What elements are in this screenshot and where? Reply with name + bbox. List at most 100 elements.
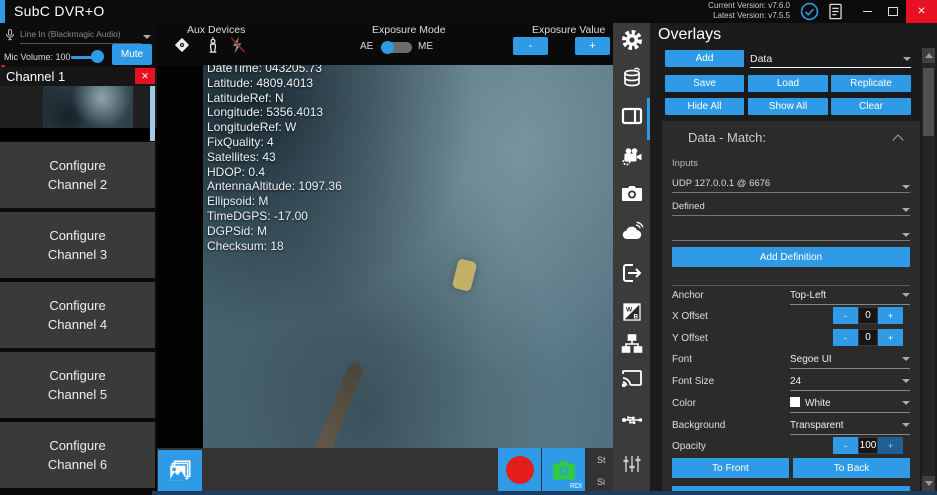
load-button[interactable]: Load — [748, 75, 828, 92]
chevron-down-icon — [902, 379, 910, 383]
chevron-down-icon — [902, 401, 910, 405]
font-dropdown[interactable]: Segoe UI — [790, 350, 910, 369]
lamp-icon[interactable] — [203, 35, 223, 55]
chevron-down-icon — [902, 357, 910, 361]
panel-scrollbar[interactable] — [922, 48, 935, 495]
overlay-layout-icon[interactable] — [620, 104, 644, 128]
scroll-up-button[interactable] — [922, 48, 935, 63]
add-overlay-button[interactable]: Add — [665, 50, 744, 67]
tool-rail: WB — [613, 23, 650, 495]
exposure-decrease-button[interactable]: - — [513, 37, 548, 55]
input-source-dropdown[interactable]: UDP 127.0.0.1 @ 6676 — [672, 173, 910, 193]
mic-volume-slider-thumb[interactable] — [91, 50, 104, 63]
mute-button[interactable]: Mute — [112, 44, 152, 65]
x-offset-decrease-button[interactable]: - — [833, 307, 858, 324]
inputs-label: Inputs — [672, 158, 698, 169]
opacity-increase-button[interactable]: + — [878, 437, 903, 454]
background-dropdown[interactable]: Transparent — [790, 416, 910, 435]
scrollbar-thumb[interactable] — [923, 68, 934, 136]
white-balance-icon[interactable]: WB — [620, 300, 644, 324]
live-video-feed[interactable]: DateTime: 043205.73 Latitude: 4809.4013 … — [203, 65, 613, 448]
me-label: ME — [418, 41, 433, 52]
configure-channel-3-button[interactable]: ConfigureChannel 3 — [0, 212, 155, 278]
definition-dropdown[interactable] — [672, 221, 910, 241]
channel-list-scrollbar[interactable] — [150, 86, 155, 141]
minimize-icon — [863, 11, 872, 12]
anchor-dropdown[interactable]: Top-Left — [790, 286, 910, 305]
update-check-icon[interactable] — [800, 2, 819, 21]
minimize-button[interactable] — [854, 0, 880, 23]
defined-dropdown[interactable]: Defined — [672, 196, 910, 216]
size-partial-text: Si — [597, 477, 605, 487]
snapshot-button[interactable]: RDI — [542, 448, 585, 491]
channel-1-close-button[interactable]: ✕ — [135, 68, 155, 84]
to-front-button[interactable]: To Front — [672, 458, 789, 478]
font-size-dropdown[interactable]: 24 — [790, 372, 910, 391]
current-version: Current Version: v7.6.0 — [708, 1, 790, 11]
network-icon[interactable] — [620, 332, 644, 356]
exposure-value-label: Exposure Value — [532, 24, 605, 36]
cloud-upload-icon[interactable] — [620, 220, 644, 244]
manual-icon[interactable] — [826, 2, 845, 21]
background-row: Background Transparent — [672, 416, 910, 436]
overlay-line: FixQuality: 4 — [207, 135, 457, 150]
chevron-down-icon — [902, 423, 910, 427]
storage-database-icon[interactable] — [620, 66, 644, 90]
replicate-button[interactable]: Replicate — [831, 75, 911, 92]
capture-bar: Aux Devices Exposure Mode AE ME Exposure… — [157, 23, 613, 65]
x-offset-increase-button[interactable]: + — [878, 307, 903, 324]
still-camera-icon[interactable] — [620, 182, 644, 206]
record-button[interactable] — [498, 448, 541, 491]
usb-icon[interactable] — [620, 408, 644, 432]
hide-all-button[interactable]: Hide All — [665, 98, 744, 115]
chevron-down-icon — [902, 233, 910, 237]
gallery-button[interactable] — [158, 450, 202, 491]
save-button[interactable]: Save — [665, 75, 744, 92]
add-definition-button[interactable]: Add Definition — [672, 247, 910, 267]
screen-cast-icon[interactable] — [620, 366, 644, 390]
titlebar-accent — [0, 0, 5, 23]
adjustments-icon[interactable] — [620, 452, 644, 476]
configure-channel-6-button[interactable]: ConfigureChannel 6 — [0, 422, 155, 488]
transport-bar: RDI St Si — [157, 448, 613, 495]
anchor-row: Anchor Top-Left — [672, 286, 910, 306]
exposure-increase-button[interactable]: + — [575, 37, 610, 55]
maximize-button[interactable] — [880, 0, 906, 23]
to-back-button[interactable]: To Back — [793, 458, 910, 478]
opacity-value: 100 — [858, 437, 878, 454]
chevron-down-icon — [143, 35, 151, 39]
arrow-down-icon — [925, 481, 933, 486]
scroll-down-button[interactable] — [922, 476, 935, 491]
configure-channel-4-button[interactable]: ConfigureChannel 4 — [0, 282, 155, 348]
channel-1-video-thumbnail[interactable] — [43, 86, 133, 128]
close-icon: ✕ — [917, 6, 925, 17]
microphone-icon — [3, 28, 17, 45]
overlay-line: HDOP: 0.4 — [207, 165, 457, 180]
audio-input-select[interactable]: Line In (Blackmagic Audio) — [20, 29, 142, 44]
opacity-decrease-button[interactable]: - — [833, 437, 858, 454]
opacity-stepper: - 100 + — [833, 437, 903, 454]
y-offset-decrease-button[interactable]: - — [833, 329, 858, 346]
overlay-type-dropdown[interactable]: Data — [750, 50, 911, 68]
settings-gear-icon[interactable] — [620, 28, 644, 52]
close-button[interactable]: ✕ — [906, 0, 937, 23]
configure-channel-5-button[interactable]: ConfigureChannel 5 — [0, 352, 155, 418]
video-settings-icon[interactable] — [620, 145, 644, 169]
app-title: SubC DVR+O — [14, 3, 105, 19]
record-icon — [506, 456, 534, 484]
overlay-line: LongitudeRef: W — [207, 120, 457, 135]
x-offset-label: X Offset — [672, 311, 708, 322]
export-icon[interactable] — [620, 261, 644, 285]
configure-channel-2-button[interactable]: ConfigureChannel 2 — [0, 142, 155, 208]
clear-button[interactable]: Clear — [831, 98, 911, 115]
crosshair-diamond-icon[interactable] — [172, 35, 192, 55]
exposure-mode-toggle-knob[interactable] — [381, 41, 394, 54]
color-dropdown[interactable]: White — [790, 394, 910, 413]
ae-label: AE — [360, 41, 373, 52]
collapse-chevron-icon[interactable] — [892, 134, 903, 145]
y-offset-increase-button[interactable]: + — [878, 329, 903, 346]
overlay-line: Satellites: 43 — [207, 150, 457, 165]
titlebar: SubC DVR+O Current Version: v7.6.0 Lates… — [0, 0, 937, 23]
show-all-button[interactable]: Show All — [748, 98, 828, 115]
strobe-off-icon[interactable] — [228, 35, 248, 55]
